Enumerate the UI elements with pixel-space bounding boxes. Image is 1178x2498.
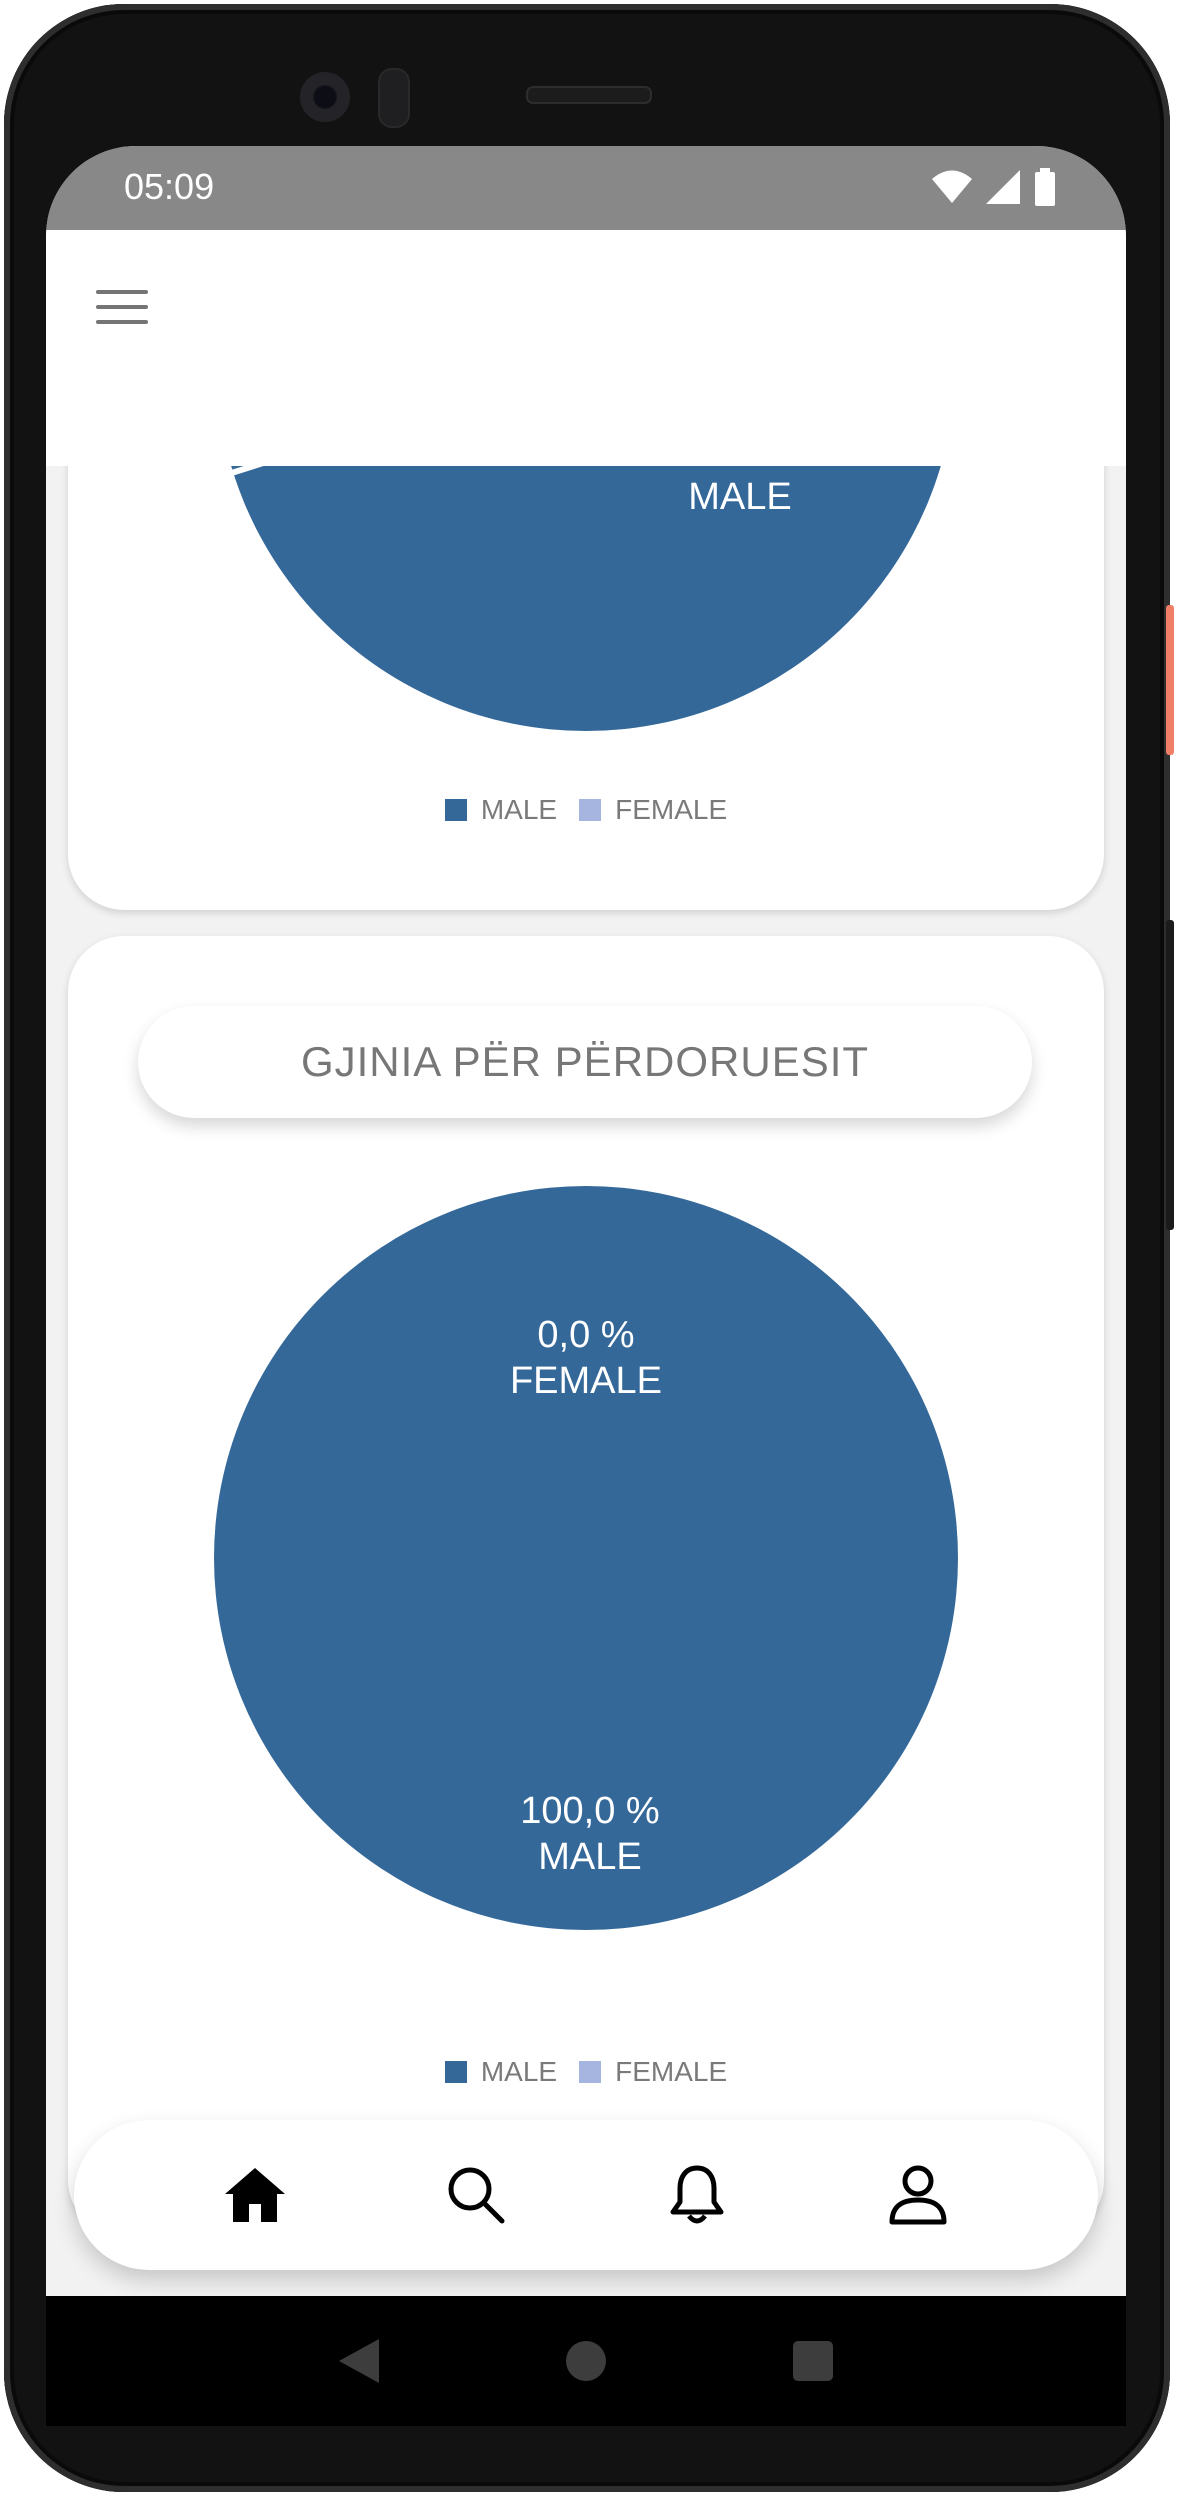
profile-icon [889,2165,946,2225]
nav-profile[interactable] [878,2155,958,2235]
recents-icon[interactable] [791,2339,835,2383]
legend-label-female: FEMALE [615,2056,728,2087]
screen: 05:09 MALE MALE FEMALE GJINIA PËR PËRDOR… [46,146,1126,2296]
pie-label-male-2: 100,0 % MALE [460,1788,720,1880]
home-icon [224,2168,285,2222]
legend-item-male: MALE [444,2056,558,2088]
legend-item-male: MALE [444,794,558,826]
legend-2: MALE FEMALE [68,2056,1104,2088]
scroll-content[interactable]: MALE MALE FEMALE GJINIA PËR PËRDORUESIT … [46,466,1126,2296]
bottom-navigation [74,2120,1098,2270]
signal-icon [986,170,1020,204]
nav-notifications[interactable] [657,2155,737,2235]
pie-label-female-value: 0,0 % [537,1314,635,1356]
legend-swatch-male [444,799,467,821]
pie-label-female-name: FEMALE [509,1360,663,1402]
legend-swatch-female [579,799,602,821]
legend-swatch-male [444,2061,467,2083]
legend-label-male: MALE [480,794,558,825]
pie-chart-1 [221,466,941,731]
hamburger-menu-icon[interactable] [96,290,148,330]
front-camera [300,72,350,122]
pie-label-male-1: MALE [688,476,792,518]
legend-1: MALE FEMALE [68,794,1104,826]
pie-label-female-2: 0,0 % FEMALE [456,1312,716,1404]
wifi-icon [932,170,972,203]
legend-label-female: FEMALE [615,794,728,825]
legend-label-male: MALE [480,2056,558,2087]
bell-icon [670,2165,723,2224]
chart-card-2: GJINIA PËR PËRDORUESIT 0,0 % FEMALE 100,… [68,936,1104,2236]
legend-item-female: FEMALE [579,794,727,826]
sensor [378,68,410,128]
legend-item-female: FEMALE [579,2056,727,2088]
home-circle-icon[interactable] [564,2339,608,2383]
pie-label-male-name: MALE [538,1836,642,1878]
power-button [1166,605,1174,755]
nav-search[interactable] [436,2155,516,2235]
search-icon [448,2167,504,2224]
app-bar [46,230,1126,466]
legend-swatch-female [579,2061,602,2083]
status-time: 05:09 [124,166,215,207]
nav-home[interactable] [215,2155,295,2235]
chart-title: GJINIA PËR PËRDORUESIT [138,1006,1032,1118]
earpiece-speaker [526,86,652,104]
pie-label-male-value: 100,0 % [520,1790,660,1832]
volume-button [1166,920,1174,1230]
status-icons [932,168,1056,206]
system-navigation-bar [46,2296,1126,2426]
battery-icon [1035,168,1055,206]
status-bar: 05:09 [46,146,1126,230]
chart-card-1: MALE MALE FEMALE [68,466,1104,910]
back-icon[interactable] [337,2337,381,2385]
